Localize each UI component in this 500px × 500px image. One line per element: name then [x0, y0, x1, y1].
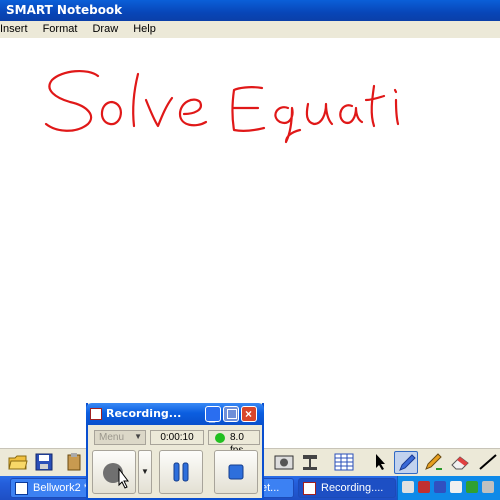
record-icon: [103, 463, 129, 489]
paste-icon[interactable]: [62, 451, 86, 474]
open-icon[interactable]: [6, 451, 30, 474]
pen-icon[interactable]: [394, 451, 418, 474]
save-icon[interactable]: [32, 451, 56, 474]
maximize-button[interactable]: [223, 406, 239, 422]
taskbar-item-recording[interactable]: Recording....: [298, 478, 396, 498]
recording-dialog[interactable]: Recording... _ × Menu ▼ 0:00:10 8.0 fps …: [86, 403, 264, 500]
chevron-down-icon: ▼: [134, 432, 142, 441]
system-tray: [397, 476, 500, 500]
tray-network-icon[interactable]: [402, 481, 414, 493]
line-icon[interactable]: [476, 451, 500, 474]
tray-notebook-icon[interactable]: [450, 481, 462, 493]
recorder-icon: [303, 482, 316, 495]
tray-shield-icon[interactable]: [466, 481, 478, 493]
recorder-icon: [90, 408, 102, 420]
tray-monitor-icon[interactable]: [434, 481, 446, 493]
screen-capture-icon[interactable]: [272, 451, 296, 474]
handwriting-ink: [44, 70, 400, 144]
frame-rate: 8.0 fps: [208, 430, 260, 456]
pause-button[interactable]: [159, 450, 203, 494]
menu-draw[interactable]: Draw: [86, 21, 124, 35]
tray-app-icon[interactable]: [418, 481, 430, 493]
pause-icon: [173, 462, 189, 482]
elapsed-time: 0:00:10: [150, 430, 204, 445]
record-button[interactable]: [92, 450, 136, 494]
menu-insert[interactable]: Insert: [0, 21, 34, 35]
eraser-icon[interactable]: [448, 451, 472, 474]
menu-help[interactable]: Help: [127, 21, 162, 35]
stop-button[interactable]: [214, 450, 258, 494]
close-button[interactable]: ×: [241, 406, 257, 422]
recording-title: Recording...: [106, 407, 182, 420]
menu-bar: Insert Format Draw Help: [0, 21, 500, 39]
table-icon[interactable]: [332, 451, 356, 474]
window-title-bar[interactable]: SMART Notebook: [0, 0, 500, 21]
recording-title-bar[interactable]: Recording... _ ×: [86, 403, 264, 425]
window-title: SMART Notebook: [6, 3, 123, 17]
status-indicator: [215, 433, 225, 443]
menu-format[interactable]: Format: [37, 21, 84, 35]
minimize-button[interactable]: _: [205, 406, 221, 424]
select-arrow-icon[interactable]: [368, 451, 392, 474]
tray-volume-icon[interactable]: [482, 481, 494, 493]
recorder-menu-dropdown[interactable]: Menu ▼: [94, 430, 146, 445]
document-camera-icon[interactable]: [298, 451, 322, 474]
record-options-button[interactable]: ▼: [138, 450, 152, 494]
creative-pen-icon[interactable]: [422, 451, 446, 474]
whiteboard-canvas[interactable]: [0, 38, 500, 448]
stop-icon: [228, 464, 244, 480]
notebook-icon: [15, 482, 28, 495]
